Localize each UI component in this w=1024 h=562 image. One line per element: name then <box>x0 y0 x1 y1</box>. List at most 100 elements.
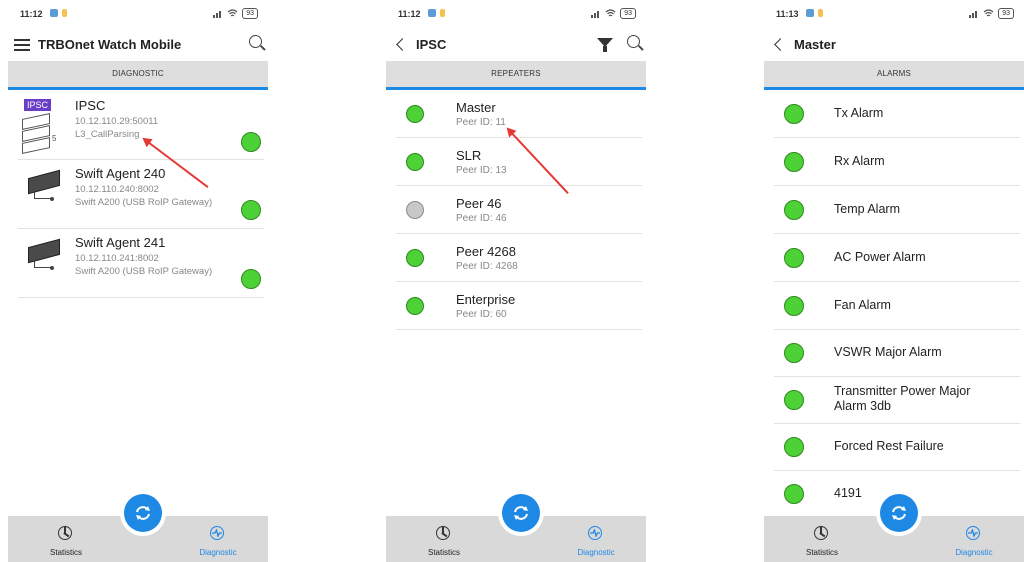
peer-id: Peer ID: 11 <box>456 117 506 128</box>
pie-chart-icon <box>436 526 450 540</box>
repeater-row[interactable]: SLR Peer ID: 13 <box>396 138 642 186</box>
pie-chart-icon <box>814 526 828 540</box>
list-item[interactable]: Swift Agent 240 10.12.110.240:8002 Swift… <box>18 160 264 229</box>
signal-icon <box>213 10 222 18</box>
back-icon[interactable] <box>396 38 409 51</box>
device-name: Swift Agent 240 <box>75 166 166 181</box>
device-type: Swift A200 (USB RoIP Gateway) <box>75 266 213 277</box>
alarm-name: Temp Alarm <box>834 202 900 216</box>
search-icon[interactable] <box>249 35 262 48</box>
refresh-icon <box>514 506 528 520</box>
repeater-stack-icon <box>22 113 50 154</box>
tab-statistics[interactable]: Statistics <box>782 516 862 562</box>
repeater-row[interactable]: Master Peer ID: 11 <box>396 90 642 138</box>
alarm-row: Transmitter Power Major Alarm 3db <box>774 377 1020 424</box>
alarm-name: Tx Alarm <box>834 106 884 120</box>
pulse-icon <box>588 526 602 540</box>
status-indicator-green <box>406 249 424 267</box>
notification-icon <box>50 9 58 17</box>
tab-diagnostic[interactable]: Diagnostic <box>556 516 636 562</box>
section-header: REPEATERS <box>386 61 646 90</box>
list-item[interactable]: IPSC 5 IPSC 10.12.110.29:50011 L3_CallPa… <box>18 90 264 160</box>
device-type: Swift A200 (USB RoIP Gateway) <box>75 197 213 208</box>
notification-icon <box>62 9 67 17</box>
device-address: 10.12.110.241:8002 <box>75 253 159 264</box>
tab-diagnostic[interactable]: Diagnostic <box>178 516 258 562</box>
tab-label: Statistics <box>427 548 460 557</box>
status-time: 11:13 <box>776 9 799 19</box>
alarm-row: Forced Rest Failure <box>774 424 1020 471</box>
refresh-button[interactable] <box>124 494 162 532</box>
back-icon[interactable] <box>774 38 787 51</box>
notification-icon <box>818 9 823 17</box>
status-time: 11:12 <box>398 9 421 19</box>
battery-icon: 93 <box>998 8 1014 19</box>
repeater-name: SLR <box>456 148 482 163</box>
status-indicator-green <box>784 296 804 316</box>
status-bar: 11:12 93 <box>8 0 268 28</box>
device-name: Swift Agent 241 <box>75 235 166 250</box>
pie-chart-icon <box>58 526 72 540</box>
status-indicator-green <box>784 248 804 268</box>
refresh-button[interactable] <box>880 494 918 532</box>
list-item[interactable]: Swift Agent 241 10.12.110.241:8002 Swift… <box>18 229 264 298</box>
status-indicator-green <box>784 437 804 457</box>
app-bar: Master <box>764 28 1024 60</box>
peer-id: Peer ID: 60 <box>456 309 507 320</box>
tab-statistics[interactable]: Statistics <box>404 516 484 562</box>
battery-icon: 93 <box>620 8 636 19</box>
refresh-button[interactable] <box>502 494 540 532</box>
repeater-row[interactable]: Enterprise Peer ID: 60 <box>396 282 642 330</box>
tab-label: Diagnostic <box>955 548 993 557</box>
menu-icon[interactable] <box>14 39 30 51</box>
repeater-name: Peer 4268 <box>456 244 516 259</box>
peer-id: Peer ID: 13 <box>456 165 507 176</box>
signal-icon <box>969 10 978 18</box>
wifi-icon <box>983 9 994 17</box>
system-icons: 93 <box>591 8 636 19</box>
status-indicator-green <box>406 297 424 315</box>
battery-icon: 93 <box>242 8 258 19</box>
tab-statistics[interactable]: Statistics <box>26 516 106 562</box>
status-bar: 11:12 93 <box>386 0 646 28</box>
device-address: 10.12.110.240:8002 <box>75 184 159 195</box>
phone-screen-repeaters: 11:12 93 IPSC REPEATERS Master Peer ID: … <box>386 0 646 562</box>
refresh-icon <box>136 506 150 520</box>
ipsc-badge: IPSC <box>24 99 52 111</box>
phone-screen-alarms: 11:13 93 Master ALARMS Tx Alarm Rx Alarm… <box>764 0 1024 562</box>
status-indicator-green <box>784 343 804 363</box>
repeater-name: Master <box>456 100 496 115</box>
alarm-name: 4191 <box>834 486 862 500</box>
repeater-row[interactable]: Peer 4268 Peer ID: 4268 <box>396 234 642 282</box>
section-header: DIAGNOSTIC <box>8 61 268 90</box>
filter-icon[interactable] <box>597 38 613 52</box>
search-icon[interactable] <box>627 35 640 48</box>
repeater-row[interactable]: Peer 46 Peer ID: 46 <box>396 186 642 234</box>
pulse-icon <box>210 526 224 540</box>
status-time: 11:12 <box>20 9 43 19</box>
alarm-name: Transmitter Power Major Alarm 3db <box>834 384 971 413</box>
system-icons: 93 <box>969 8 1014 19</box>
peer-id: Peer ID: 46 <box>456 213 507 224</box>
device-address: 10.12.110.29:50011 <box>75 116 159 127</box>
device-count: 5 <box>52 134 57 143</box>
alarm-row: Tx Alarm <box>774 90 1020 138</box>
section-header: ALARMS <box>764 61 1024 90</box>
alarm-name: Fan Alarm <box>834 298 891 312</box>
signal-icon <box>591 10 600 18</box>
alarm-row: Rx Alarm <box>774 138 1020 186</box>
tab-label: Diagnostic <box>199 548 237 557</box>
phone-screen-devices: 11:12 93 TRBOnet Watch Mobile DIAGNOSTIC… <box>8 0 268 562</box>
device-type: L3_CallParsing <box>75 129 140 140</box>
status-indicator-green <box>406 105 424 123</box>
status-indicator-green <box>784 104 804 124</box>
status-indicator-green <box>406 153 424 171</box>
wifi-icon <box>227 9 238 17</box>
alarm-name: Rx Alarm <box>834 154 885 168</box>
refresh-icon <box>892 506 906 520</box>
status-indicator-green <box>784 200 804 220</box>
tab-diagnostic[interactable]: Diagnostic <box>934 516 1014 562</box>
device-name: IPSC <box>75 98 106 113</box>
page-title: Master <box>794 37 836 52</box>
status-indicator-green <box>784 390 804 410</box>
